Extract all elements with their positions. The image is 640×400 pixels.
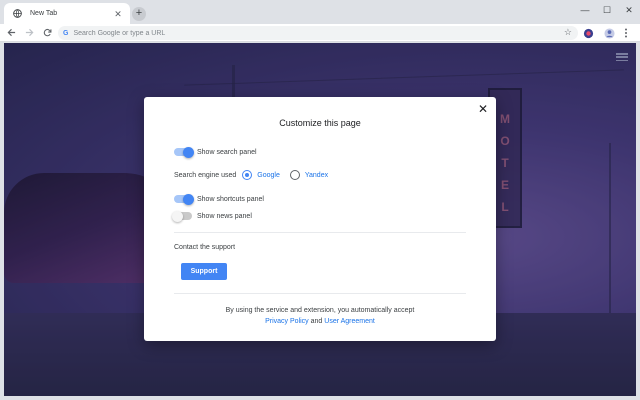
search-panel-row: Show search panel (174, 146, 257, 158)
bookmark-star-icon[interactable]: ☆ (564, 27, 572, 38)
tab-strip: New Tab ✕ + — ☐ ✕ (0, 0, 640, 24)
back-arrow-icon[interactable] (4, 26, 18, 40)
shortcuts-panel-row: Show shortcuts panel (174, 193, 264, 205)
maximize-button[interactable]: ☐ (596, 0, 618, 20)
divider (174, 232, 466, 233)
divider (174, 293, 466, 294)
footer-text: By using the service and extension, you … (225, 307, 415, 314)
privacy-policy-link[interactable]: Privacy Policy (265, 318, 309, 325)
news-panel-label: Show news panel (197, 212, 252, 220)
search-panel-label: Show search panel (197, 148, 257, 156)
forward-arrow-icon[interactable] (22, 26, 36, 40)
new-tab-button[interactable]: + (132, 7, 146, 21)
toolbar: G ☆ (0, 24, 640, 42)
search-engine-label: Search engine used (174, 171, 237, 179)
customize-dialog: ✕ Customize this page Show search panel … (144, 97, 496, 341)
and-text: and (310, 318, 323, 325)
search-panel-toggle[interactable] (174, 146, 194, 158)
google-icon: G (63, 29, 69, 37)
footer-links: Privacy Policy and User Agreement (144, 318, 496, 325)
omnibox[interactable]: G ☆ (58, 26, 578, 40)
shortcuts-panel-toggle[interactable] (174, 193, 194, 205)
minimize-button[interactable]: — (574, 0, 596, 20)
window-controls: — ☐ ✕ (574, 0, 640, 20)
news-panel-toggle[interactable] (172, 210, 192, 222)
google-option-label[interactable]: Google (257, 172, 280, 179)
yandex-radio[interactable] (289, 170, 300, 180)
news-panel-row: Show news panel (172, 210, 252, 222)
user-agreement-link[interactable]: User Agreement (324, 318, 375, 325)
search-engine-row: Search engine used Google Yandex (174, 170, 328, 180)
menu-dots-icon[interactable] (620, 27, 632, 39)
contact-row: Contact the support (174, 244, 235, 251)
globe-icon (12, 9, 22, 19)
google-radio[interactable] (242, 170, 253, 180)
address-input[interactable] (73, 29, 578, 37)
tab-title: New Tab (30, 10, 58, 17)
dialog-title: Customize this page (279, 118, 361, 128)
yandex-option-label[interactable]: Yandex (305, 172, 328, 179)
profile-avatar-icon[interactable] (603, 27, 615, 39)
reload-icon[interactable] (40, 26, 54, 40)
close-icon[interactable]: ✕ (477, 103, 489, 115)
contact-label: Contact the support (174, 244, 236, 251)
extension-icon[interactable] (582, 27, 594, 39)
tab-close-icon[interactable]: ✕ (112, 8, 124, 20)
tab-new-tab[interactable]: New Tab ✕ (4, 3, 130, 24)
close-window-button[interactable]: ✕ (618, 0, 640, 20)
support-button[interactable]: Support (181, 263, 227, 280)
shortcuts-panel-label: Show shortcuts panel (197, 195, 264, 203)
